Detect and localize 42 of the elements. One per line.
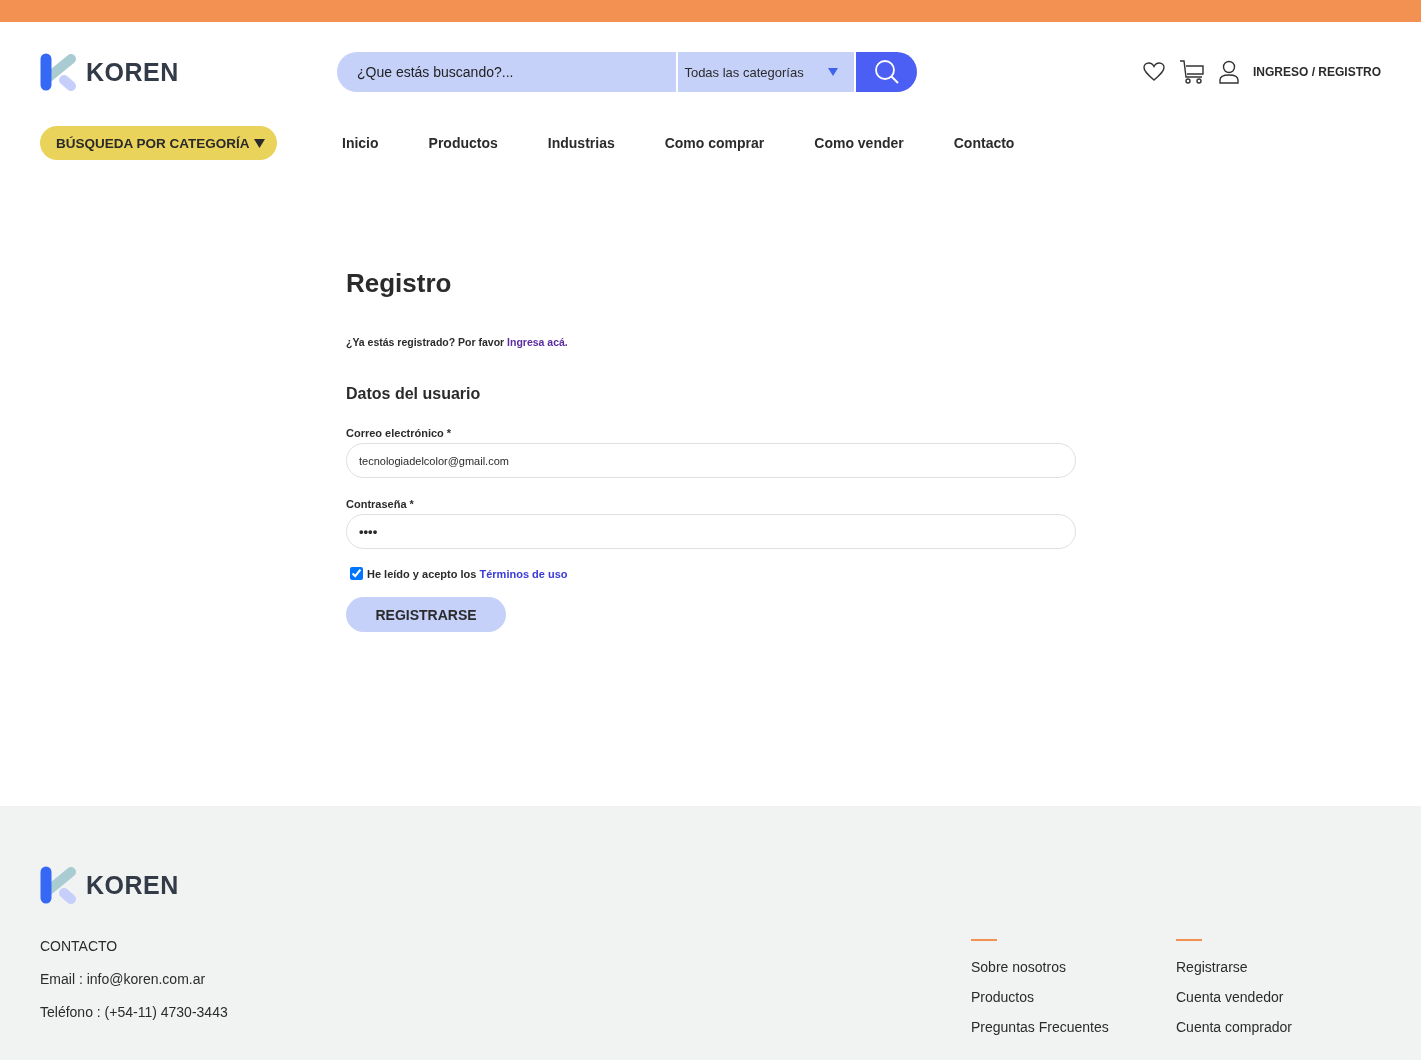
footer-link[interactable]: Preguntas Frecuentes — [971, 1019, 1176, 1035]
footer-link[interactable]: Registrarse — [1176, 959, 1341, 975]
field-label: Correo electrónico * — [346, 427, 453, 439]
search-button[interactable] — [856, 52, 917, 92]
search-field[interactable]: ¿Que estás buscando?... — [337, 52, 677, 92]
caret-icon — [828, 68, 839, 76]
logo-icon — [40, 866, 78, 904]
cart-icon[interactable] — [1179, 59, 1205, 85]
heart-icon[interactable] — [1143, 62, 1165, 82]
login-link[interactable]: Ingresa acá. — [507, 336, 568, 348]
nav-link[interactable]: Como vender — [814, 135, 904, 151]
login-prompt: ¿Ya estás registrado? Por favor Ingresa acá. — [346, 336, 569, 348]
category-search-button[interactable]: BÚSQUEDA POR CATEGORÍA — [40, 126, 277, 160]
terms-checkbox[interactable] — [350, 567, 363, 580]
nav-link[interactable]: Inicio — [342, 135, 379, 151]
page-title: Registro — [346, 268, 453, 299]
nav-link[interactable]: Productos — [428, 135, 498, 151]
contact-text: Teléfono : (+54-11) 4730-3443 — [40, 1004, 229, 1020]
input-field[interactable]: •••• — [346, 514, 1076, 549]
logo-icon — [40, 53, 78, 91]
footer-link[interactable]: Sobre nosotros — [971, 959, 1176, 975]
search-icon — [873, 59, 900, 85]
section-title: Datos del usuario — [346, 385, 482, 403]
logo-text: KOREN — [86, 57, 179, 87]
footer-link[interactable]: Productos — [971, 989, 1176, 1005]
terms-text: He leído y acepto los Términos de uso — [367, 567, 568, 580]
user-icon[interactable] — [1219, 60, 1239, 84]
caret-icon — [254, 138, 265, 148]
terms-link[interactable]: Términos de uso — [479, 567, 568, 580]
register-button[interactable]: REGISTRARSE — [346, 597, 506, 632]
footer-link[interactable]: Cuenta comprador — [1176, 1019, 1341, 1035]
contact-text: CONTACTO — [40, 938, 119, 954]
nav-link[interactable]: Como comprar — [664, 135, 765, 151]
logo-text: KOREN — [86, 870, 179, 900]
category-dropdown[interactable]: Todas las categorías — [678, 52, 855, 92]
input-field[interactable]: tecnologiadelcolor@gmail.com — [346, 443, 1076, 478]
nav-link[interactable]: Contacto — [953, 135, 1015, 151]
contact-text: Email : info@koren.com.ar — [40, 971, 207, 987]
nav-link[interactable]: Industrias — [547, 135, 615, 151]
login-link[interactable]: INGRESO / REGISTRO — [1253, 65, 1381, 79]
field-label: Contraseña * — [346, 498, 415, 510]
footer-link[interactable]: Cuenta vendedor — [1176, 989, 1341, 1005]
